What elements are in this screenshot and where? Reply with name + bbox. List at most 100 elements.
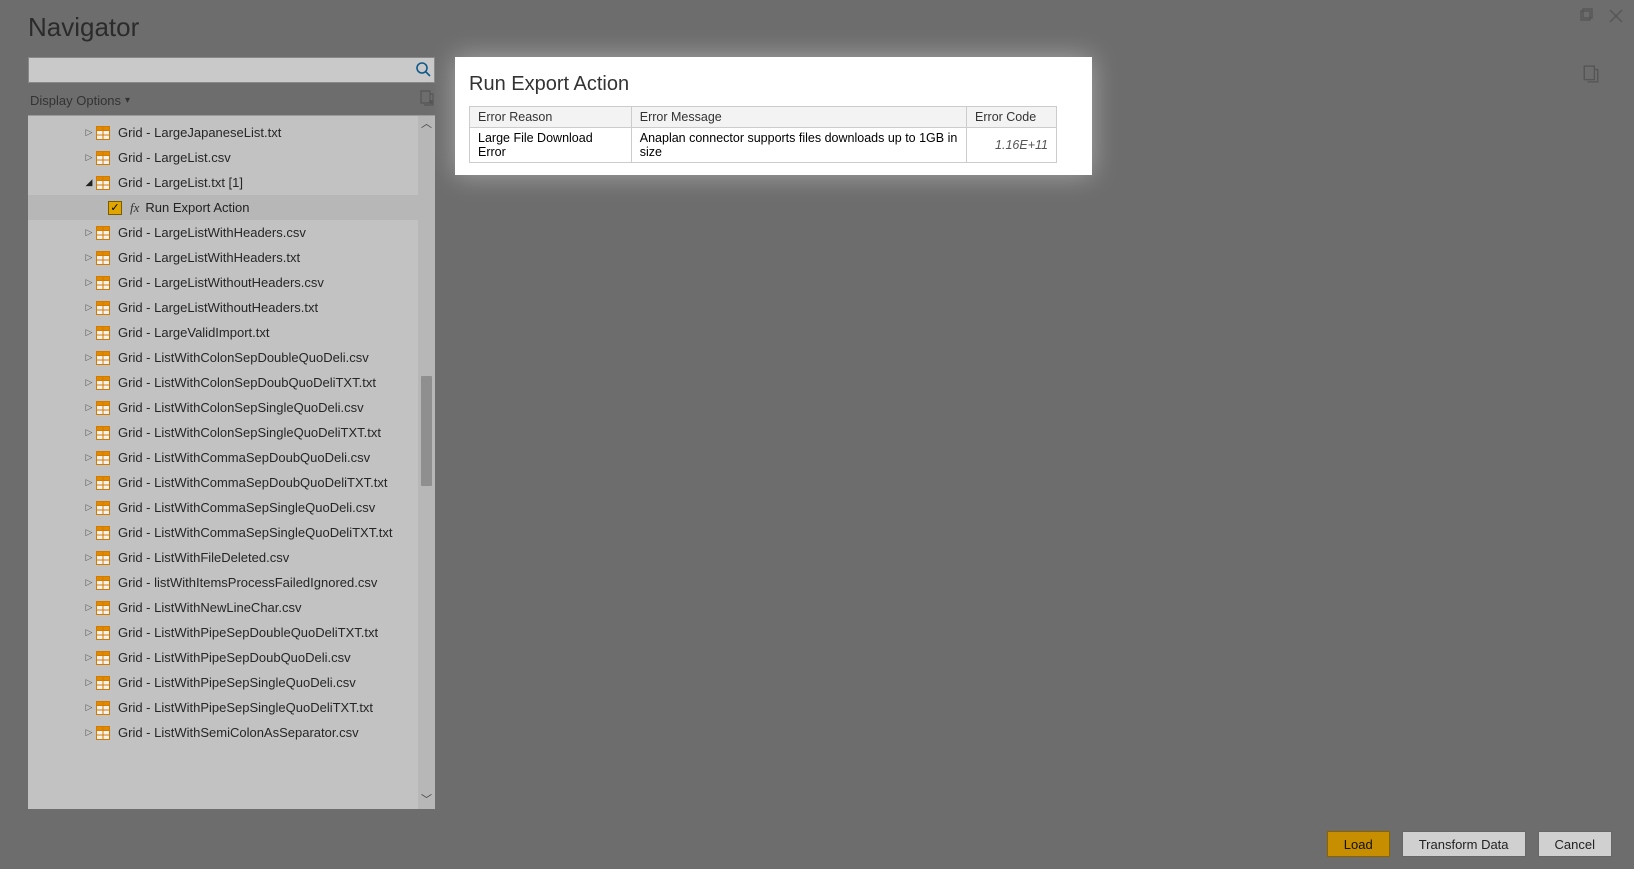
table-icon xyxy=(96,151,110,165)
search-icon[interactable] xyxy=(415,61,431,82)
expander-icon[interactable] xyxy=(84,677,94,688)
expander-icon[interactable] xyxy=(84,452,94,463)
tree-item[interactable]: Grid - listWithItemsProcessFailedIgnored… xyxy=(28,570,421,595)
tree-label: Grid - ListWithFileDeleted.csv xyxy=(118,550,289,565)
tree-label: Grid - ListWithCommaSepSingleQuoDeliTXT.… xyxy=(118,525,393,540)
search-input[interactable] xyxy=(28,57,435,83)
tree-item[interactable]: Grid - ListWithCommaSepSingleQuoDeli.csv xyxy=(28,495,421,520)
tree-label: Grid - LargeListWithHeaders.csv xyxy=(118,225,306,240)
expander-icon[interactable] xyxy=(84,602,94,613)
scroll-thumb[interactable] xyxy=(421,376,432,486)
tree-label: Grid - ListWithPipeSepSingleQuoDeliTXT.t… xyxy=(118,700,373,715)
tree-label: Grid - LargeValidImport.txt xyxy=(118,325,269,340)
tree-label: Grid - LargeList.txt [1] xyxy=(118,175,243,190)
tree-label: Grid - ListWithSemiColonAsSeparator.csv xyxy=(118,725,359,740)
col-error-message[interactable]: Error Message xyxy=(631,107,966,128)
table-icon xyxy=(96,651,110,665)
expander-icon[interactable] xyxy=(84,577,94,588)
tree-item[interactable]: Grid - ListWithNewLineChar.csv xyxy=(28,595,421,620)
expander-icon[interactable] xyxy=(84,377,94,388)
expander-icon[interactable] xyxy=(84,627,94,638)
preview-refresh-icon[interactable] xyxy=(1582,65,1600,88)
cancel-button[interactable]: Cancel xyxy=(1538,831,1612,857)
refresh-icon[interactable] xyxy=(419,90,435,111)
tree-item[interactable]: Grid - ListWithFileDeleted.csv xyxy=(28,545,421,570)
tree-item[interactable]: Grid - LargeValidImport.txt xyxy=(28,320,421,345)
tree-label: Grid - ListWithCommaSepDoubQuoDeli.csv xyxy=(118,450,370,465)
tree-item[interactable]: Grid - ListWithPipeSepDoubleQuoDeliTXT.t… xyxy=(28,620,421,645)
table-icon xyxy=(96,601,110,615)
tree-item[interactable]: Grid - ListWithColonSepSingleQuoDeli.csv xyxy=(28,395,421,420)
tree-item[interactable]: Grid - ListWithPipeSepDoubQuoDeli.csv xyxy=(28,645,421,670)
tree-label: Grid - ListWithPipeSepDoubQuoDeli.csv xyxy=(118,650,351,665)
tree-item[interactable]: Grid - ListWithCommaSepSingleQuoDeliTXT.… xyxy=(28,520,421,545)
tree-item[interactable]: Grid - ListWithCommaSepDoubQuoDeli.csv xyxy=(28,445,421,470)
tree-item[interactable]: Grid - LargeListWithHeaders.csv xyxy=(28,220,421,245)
tree-item[interactable]: Grid - ListWithPipeSepSingleQuoDeliTXT.t… xyxy=(28,695,421,720)
table-icon xyxy=(96,301,110,315)
tree-item[interactable]: Grid - LargeList.txt [1] xyxy=(28,170,421,195)
tree-item[interactable]: Grid - LargeJapaneseList.txt xyxy=(28,120,421,145)
tree-label: Grid - ListWithColonSepSingleQuoDeli.csv xyxy=(118,400,364,415)
tree-item[interactable]: Grid - ListWithCommaSepDoubQuoDeliTXT.tx… xyxy=(28,470,421,495)
expander-icon[interactable] xyxy=(84,152,94,163)
expander-icon[interactable] xyxy=(84,177,94,188)
expander-icon[interactable] xyxy=(84,402,94,413)
tree-item[interactable]: Grid - LargeList.csv xyxy=(28,145,421,170)
tree-label: Grid - listWithItemsProcessFailedIgnored… xyxy=(118,575,377,590)
expander-icon[interactable] xyxy=(84,502,94,513)
table-icon xyxy=(96,226,110,240)
col-error-code[interactable]: Error Code xyxy=(967,107,1057,128)
tree-item[interactable]: Grid - LargeListWithoutHeaders.txt xyxy=(28,295,421,320)
expander-icon[interactable] xyxy=(84,527,94,538)
scroll-down-icon[interactable]: ﹀ xyxy=(421,792,432,809)
checkbox-icon[interactable]: ✓ xyxy=(108,201,122,215)
expander-icon[interactable] xyxy=(84,327,94,338)
tree-label: Grid - ListWithNewLineChar.csv xyxy=(118,600,302,615)
chevron-down-icon: ▾ xyxy=(125,95,130,106)
expander-icon[interactable] xyxy=(84,302,94,313)
tree-label: Grid - ListWithColonSepDoubleQuoDeli.csv xyxy=(118,350,369,365)
expander-icon[interactable] xyxy=(84,227,94,238)
tree-item[interactable]: Grid - ListWithSemiColonAsSeparator.csv xyxy=(28,720,421,745)
table-icon xyxy=(96,451,110,465)
expander-icon[interactable] xyxy=(84,127,94,138)
fx-icon: fx xyxy=(130,200,139,216)
load-button[interactable]: Load xyxy=(1327,831,1390,857)
expander-icon[interactable] xyxy=(84,252,94,263)
tree-label: Grid - ListWithCommaSepDoubQuoDeliTXT.tx… xyxy=(118,475,387,490)
cell-error-reason: Large File Download Error xyxy=(470,128,632,163)
tree-label: Grid - ListWithCommaSepSingleQuoDeli.csv xyxy=(118,500,375,515)
tree-label: Grid - LargeListWithoutHeaders.txt xyxy=(118,300,318,315)
expander-icon[interactable] xyxy=(84,652,94,663)
tree-item[interactable]: Grid - LargeListWithoutHeaders.csv xyxy=(28,270,421,295)
expander-icon[interactable] xyxy=(84,427,94,438)
table-icon xyxy=(96,501,110,515)
navigator-tree[interactable]: Grid - LargeJapaneseList.txtGrid - Large… xyxy=(28,116,435,749)
expander-icon[interactable] xyxy=(84,702,94,713)
expander-icon[interactable] xyxy=(84,727,94,738)
error-table: Error Reason Error Message Error Code La… xyxy=(469,106,1057,163)
expander-icon[interactable] xyxy=(84,277,94,288)
expander-icon[interactable] xyxy=(84,552,94,563)
transform-data-button[interactable]: Transform Data xyxy=(1402,831,1526,857)
tree-child-run-export[interactable]: ✓fxRun Export Action xyxy=(28,195,421,220)
tree-item[interactable]: Grid - ListWithColonSepDoubQuoDeliTXT.tx… xyxy=(28,370,421,395)
display-options-dropdown[interactable]: Display Options ▾ xyxy=(30,93,130,108)
table-icon xyxy=(96,551,110,565)
expander-icon[interactable] xyxy=(84,477,94,488)
tree-label: Grid - ListWithColonSepSingleQuoDeliTXT.… xyxy=(118,425,381,440)
table-icon xyxy=(96,526,110,540)
col-error-reason[interactable]: Error Reason xyxy=(470,107,632,128)
scroll-up-icon[interactable]: ︿ xyxy=(421,116,432,133)
table-icon xyxy=(96,326,110,340)
tree-item[interactable]: Grid - ListWithColonSepSingleQuoDeliTXT.… xyxy=(28,420,421,445)
tree-item[interactable]: Grid - ListWithPipeSepSingleQuoDeli.csv xyxy=(28,670,421,695)
scrollbar[interactable]: ︿ ﹀ xyxy=(418,116,435,809)
navigator-sidebar: Display Options ▾ Grid - LargeJapaneseLi… xyxy=(28,57,435,809)
tree-item[interactable]: Grid - ListWithColonSepDoubleQuoDeli.csv xyxy=(28,345,421,370)
tree-item[interactable]: Grid - LargeListWithHeaders.txt xyxy=(28,245,421,270)
table-row[interactable]: Large File Download ErrorAnaplan connect… xyxy=(470,128,1057,163)
expander-icon[interactable] xyxy=(84,352,94,363)
table-icon xyxy=(96,126,110,140)
